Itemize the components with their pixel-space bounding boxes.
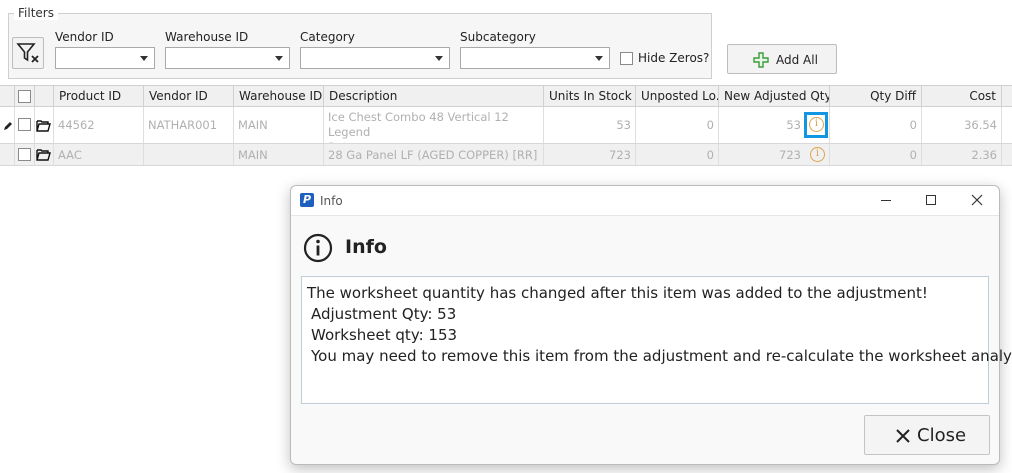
cell-qty-diff[interactable]: 0 (830, 107, 922, 143)
message-line: You may need to remove this item from th… (311, 347, 1012, 365)
col-product-id[interactable]: Product ID (54, 86, 144, 107)
minimize-icon[interactable] (881, 200, 891, 201)
close-button[interactable]: Close (864, 415, 990, 455)
row-checkbox[interactable] (18, 118, 31, 131)
row-indicator (0, 107, 15, 143)
cell-product-id[interactable]: AAC (54, 144, 144, 165)
col-unposted[interactable]: Unposted Lo... (636, 86, 719, 107)
grid-header: Product ID Vendor ID Warehouse ID Descri… (0, 85, 1012, 107)
cell-vendor-id[interactable] (144, 144, 234, 165)
clear-filters-button[interactable] (12, 37, 44, 69)
close-icon[interactable] (971, 194, 983, 206)
cell-unposted[interactable]: 0 (636, 107, 719, 143)
col-units-in-stock[interactable]: Units In Stock (544, 86, 636, 107)
cell-cost[interactable]: 36.54 (922, 107, 1002, 143)
warehouse-id-combo[interactable] (165, 47, 290, 69)
info-icon[interactable]: i (810, 147, 825, 162)
cell-units-in-stock[interactable]: 53 (544, 107, 636, 143)
col-description[interactable]: Description (324, 86, 544, 107)
table-row[interactable]: 44562 NATHAR001 MAIN Ice Chest Combo 48 … (0, 107, 1012, 144)
category-combo[interactable] (300, 47, 450, 69)
col-warehouse-id[interactable]: Warehouse ID (234, 86, 324, 107)
col-cost[interactable]: Cost (922, 86, 1002, 107)
folder-open-icon (36, 149, 51, 161)
pencil-icon (4, 122, 12, 130)
row-checkbox[interactable] (18, 148, 31, 161)
message-line: Adjustment Qty: 53 (311, 305, 457, 323)
info-icon: i (809, 117, 824, 132)
close-button-label: Close (917, 425, 967, 446)
cell-qty-diff[interactable]: 0 (830, 144, 922, 165)
chevron-down-icon (275, 56, 283, 61)
filters-panel (8, 13, 712, 79)
dialog-title-bar: P Info (291, 186, 999, 216)
table-row[interactable]: AAC MAIN 28 Ga Panel LF (AGED COPPER) [R… (0, 144, 1012, 166)
description-line: 1qt (328, 140, 539, 143)
open-col-header (35, 86, 54, 107)
warehouse-id-label: Warehouse ID (165, 30, 249, 44)
filter-clear-icon (16, 43, 39, 63)
hide-zeros-label: Hide Zeros? (638, 51, 710, 65)
chevron-down-icon (435, 56, 443, 61)
app-logo-icon: P (300, 193, 314, 207)
dialog-window-title: Info (320, 194, 343, 208)
cell-warehouse-id[interactable]: MAIN (234, 144, 324, 165)
folder-open-icon (36, 120, 51, 132)
col-new-adjusted-qty[interactable]: New Adjusted Qty (719, 86, 830, 107)
filters-title: Filters (14, 6, 58, 20)
row-select-cell (15, 107, 35, 143)
select-all-checkbox[interactable] (18, 90, 31, 103)
dialog-heading: Info (345, 236, 387, 258)
info-warning-button-focused[interactable]: i (804, 112, 828, 138)
hide-zeros-checkbox[interactable] (620, 52, 633, 65)
chevron-down-icon (595, 56, 603, 61)
open-cell[interactable] (35, 107, 54, 143)
cell-description[interactable]: Ice Chest Combo 48 Vertical 12 Legend 1q… (324, 107, 544, 143)
open-cell[interactable] (35, 144, 54, 165)
row-indicator-header (0, 86, 15, 107)
vendor-id-label: Vendor ID (55, 30, 114, 44)
cell-description[interactable]: 28 Ga Panel LF (AGED COPPER) [RR] (324, 144, 544, 165)
cell-cost[interactable]: 2.36 (922, 144, 1002, 165)
maximize-icon[interactable] (926, 195, 936, 205)
subcategory-label: Subcategory (460, 30, 536, 44)
plus-icon (753, 52, 769, 68)
col-qty-diff[interactable]: Qty Diff (830, 86, 922, 107)
x-icon (896, 429, 910, 443)
info-dialog: P Info Info The worksheet quantity has c… (290, 185, 1012, 465)
cell-vendor-id[interactable]: NATHAR001 (144, 107, 234, 143)
info-circle-icon (303, 233, 333, 263)
row-indicator (0, 144, 15, 165)
subcategory-combo[interactable] (460, 47, 610, 69)
chevron-down-icon (140, 56, 148, 61)
message-box: The worksheet quantity has changed after… (301, 276, 1012, 404)
row-select-cell (15, 144, 35, 165)
cell-units-in-stock[interactable]: 723 (544, 144, 636, 165)
description-line: Ice Chest Combo 48 Vertical 12 Legend (328, 110, 509, 139)
col-vendor-id[interactable]: Vendor ID (144, 86, 234, 107)
select-all-header (15, 86, 35, 107)
add-all-label: Add All (776, 53, 818, 67)
message-line: Worksheet qty: 153 (311, 326, 458, 344)
message-line: The worksheet quantity has changed after… (307, 284, 928, 302)
cell-warehouse-id[interactable]: MAIN (234, 107, 324, 143)
category-label: Category (300, 30, 355, 44)
vendor-id-combo[interactable] (55, 47, 155, 69)
cell-product-id[interactable]: 44562 (54, 107, 144, 143)
add-all-button[interactable]: Add All (727, 44, 837, 74)
cell-unposted[interactable]: 0 (636, 144, 719, 165)
